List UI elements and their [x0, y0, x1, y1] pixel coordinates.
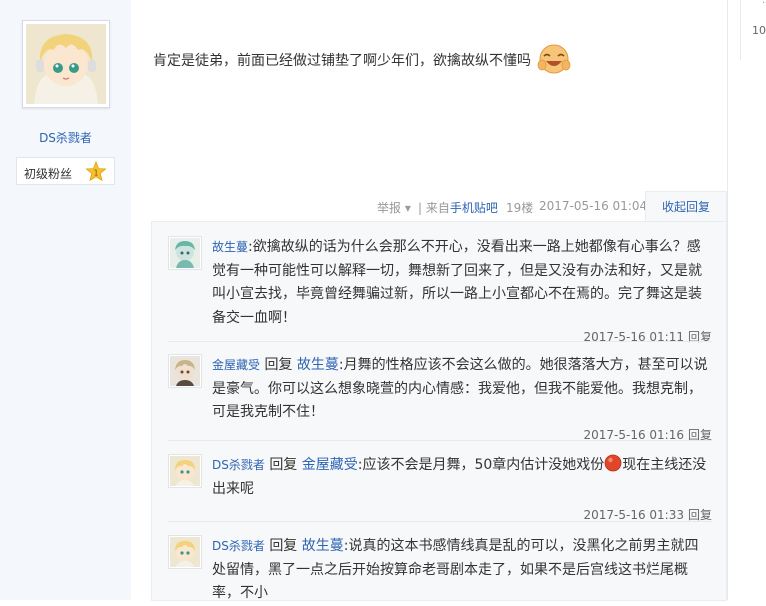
reply-item: 故生蔓:欲擒故纵的话为什么会那么不开心，没看出来一路上她都像有心事么？感觉有一种… [168, 236, 712, 346]
red-ball-emoji-icon [604, 454, 622, 472]
author-panel: DS杀戮者 初级粉丝 1 [0, 0, 131, 600]
collapse-replies-button[interactable]: 收起回复 [645, 191, 727, 222]
reply-user-link[interactable]: DS杀戮者 [212, 458, 265, 472]
reply-target-link[interactable]: 故生蔓 [302, 538, 344, 554]
post-content: 肯定是徒弟，前面已经做过铺垫了啊少年们，欲擒故纵不懂吗 [153, 43, 571, 75]
reply-content: 金屋藏受 回复 故生蔓:月舞的性格应该不会这么做的。她很落落大方，甚至可以说是豪… [212, 357, 708, 420]
reply-divider [168, 341, 712, 342]
dropdown-icon: ▾ [401, 201, 411, 215]
reply-target-link[interactable]: 故生蔓 [297, 357, 339, 373]
divider-line [727, 0, 728, 600]
dot-icon: · [762, 0, 766, 9]
reply-divider [168, 440, 712, 441]
reply-meta: 2017-5-16 01:11 回复 [583, 328, 712, 345]
reply-target-link[interactable]: 金屋藏受 [302, 457, 358, 473]
reply-avatar[interactable] [168, 236, 202, 270]
post-source: | 来自手机贴吧 [418, 201, 498, 215]
report-link[interactable]: 举报 ▾ [377, 199, 411, 216]
reply-user-link[interactable]: DS杀戮者 [212, 539, 265, 553]
star-level-icon: 1 [85, 161, 107, 182]
reply-item: DS杀戮者 回复 金屋藏受:应该不会是月舞，50章内估计没她戏份 现在主线还没出… [168, 454, 712, 524]
reply-time: 2017-5-16 01:33 [583, 508, 684, 522]
reply-content: DS杀戮者 回复 金屋藏受:应该不会是月舞，50章内估计没她戏份 现在主线还没出… [212, 454, 710, 501]
reply-avatar[interactable] [168, 535, 202, 569]
level-badge[interactable]: 初级粉丝 1 [16, 157, 115, 185]
level-title: 初级粉丝 [24, 167, 73, 181]
reply-avatar[interactable] [168, 454, 202, 488]
author-avatar[interactable] [22, 20, 110, 108]
reply-user-link[interactable]: 金屋藏受 [212, 358, 260, 372]
post-time: 2017-05-16 01:04 [539, 199, 648, 213]
source-link[interactable]: 手机贴吧 [450, 201, 498, 215]
reply-item: DS杀戮者 回复 故生蔓:说真的这本书感情线真是乱的可以，没黑化之前男主就四处留… [168, 535, 712, 605]
reply-divider [168, 521, 712, 522]
reply-content: 故生蔓:欲擒故纵的话为什么会那么不开心，没看出来一路上她都像有心事么？感觉有一种… [212, 239, 702, 326]
reply-user-link[interactable]: 故生蔓 [212, 240, 248, 254]
post-text: 肯定是徒弟，前面已经做过铺垫了啊少年们，欲擒故纵不懂吗 [153, 53, 531, 69]
level-number: 1 [93, 169, 98, 178]
reply-avatar[interactable] [168, 354, 202, 388]
reply-item: 金屋藏受 回复 故生蔓:月舞的性格应该不会这么做的。她很落落大方，甚至可以说是豪… [168, 354, 712, 444]
divider-line [740, 0, 741, 60]
reply-content: DS杀戮者 回复 故生蔓:说真的这本书感情线真是乱的可以，没黑化之前男主就四处留… [212, 538, 699, 601]
side-counter: 10 [752, 24, 766, 37]
floor-number: 19楼 [506, 201, 534, 215]
author-name-link[interactable]: DS杀戮者 [0, 129, 131, 146]
reply-button[interactable]: 回复 [688, 508, 712, 522]
laughing-face-emoji-icon [538, 44, 571, 74]
reply-list: 故生蔓:欲擒故纵的话为什么会那么不开心，没看出来一路上她都像有心事么？感觉有一种… [151, 221, 727, 601]
